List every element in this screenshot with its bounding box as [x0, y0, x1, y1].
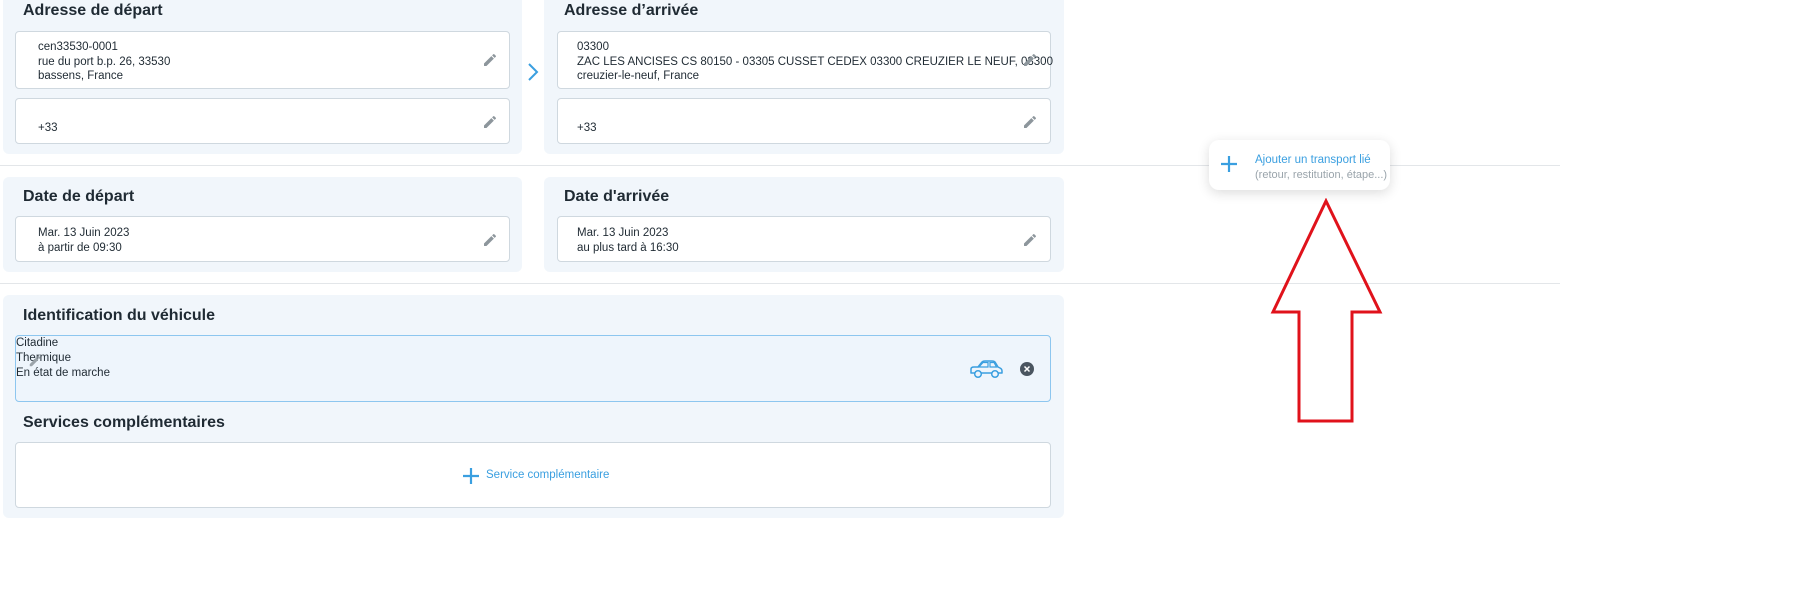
- address-line: 03300: [577, 41, 609, 53]
- address-line: creuzier-le-neuf, France: [577, 70, 700, 82]
- date-line: Mar. 13 Juin 2023: [577, 227, 669, 239]
- add-linked-transport-hint: (retour, restitution, étape...): [1255, 169, 1388, 181]
- address-line: ZAC LES ANCISES CS 80150 - 03305 CUSSET …: [577, 55, 1053, 68]
- vehicle-text: Citadine Thermique En état de marche: [16, 336, 1050, 381]
- departure-phone-field[interactable]: +33: [15, 98, 510, 144]
- pencil-icon[interactable]: [1022, 232, 1038, 248]
- pencil-icon[interactable]: [28, 354, 42, 368]
- departure-address-panel: Adresse de départ cen33530-0001 rue du p…: [3, 0, 522, 154]
- departure-date-field[interactable]: Mar. 13 Juin 2023 à partir de 09:30: [15, 216, 510, 262]
- address-line: rue du port b.p. 26, 33530: [38, 55, 171, 68]
- arrival-address-panel: Adresse d’arrivée 03300 ZAC LES ANCISES …: [544, 0, 1064, 154]
- arrival-phone-field[interactable]: +33: [557, 98, 1051, 144]
- departure-date-title: Date de départ: [23, 188, 135, 205]
- vehicle-title: Identification du véhicule: [23, 307, 216, 324]
- close-circle-icon[interactable]: [1020, 362, 1034, 376]
- departure-date-text: Mar. 13 Juin 2023 à partir de 09:30: [38, 226, 129, 255]
- time-line: au plus tard à 16:30: [577, 241, 679, 254]
- address-line: cen33530-0001: [38, 41, 118, 53]
- vehicle-card[interactable]: Citadine Thermique En état de marche: [15, 335, 1051, 402]
- car-icon: [970, 360, 1003, 379]
- add-service-label: Service complémentaire: [486, 469, 610, 481]
- arrival-address-field[interactable]: 03300 ZAC LES ANCISES CS 80150 - 03305 C…: [557, 31, 1053, 89]
- arrival-phone: +33: [577, 122, 597, 134]
- departure-address-text: cen33530-0001 rue du port b.p. 26, 33530…: [38, 40, 170, 84]
- add-linked-transport-label: Ajouter un transport lié: [1255, 154, 1371, 166]
- pencil-icon[interactable]: [482, 114, 498, 130]
- add-linked-transport-button[interactable]: Ajouter un transport lié (retour, restit…: [1209, 140, 1390, 190]
- plus-icon: [463, 468, 479, 484]
- vehicle-category: Citadine: [16, 337, 59, 349]
- departure-date-panel: Date de départ Mar. 13 Juin 2023 à parti…: [3, 177, 522, 272]
- up-arrow-annotation: [1270, 198, 1383, 423]
- departure-address-title: Adresse de départ: [23, 2, 163, 19]
- pencil-icon[interactable]: [482, 52, 498, 68]
- arrival-date-field[interactable]: Mar. 13 Juin 2023 au plus tard à 16:30: [557, 216, 1051, 262]
- arrival-date-title: Date d'arrivée: [564, 188, 670, 205]
- chevron-right-icon: [528, 63, 539, 81]
- pencil-icon[interactable]: [1022, 52, 1038, 68]
- vehicle-panel: Identification du véhicule Citadine Ther…: [3, 295, 1064, 518]
- departure-phone: +33: [38, 122, 58, 134]
- add-service-button[interactable]: Service complémentaire: [15, 442, 1051, 508]
- date-line: Mar. 13 Juin 2023: [38, 227, 130, 239]
- arrival-date-text: Mar. 13 Juin 2023 au plus tard à 16:30: [577, 226, 679, 255]
- plus-icon: [1221, 156, 1237, 172]
- services-title: Services complémentaires: [23, 414, 225, 431]
- address-line: bassens, France: [38, 70, 124, 82]
- vehicle-condition: En état de marche: [16, 367, 110, 379]
- departure-address-field[interactable]: cen33530-0001 rue du port b.p. 26, 33530…: [15, 31, 510, 89]
- vehicle-engine: Thermique: [16, 352, 71, 364]
- arrival-date-panel: Date d'arrivée Mar. 13 Juin 2023 au plus…: [544, 177, 1064, 272]
- arrival-address-text: 03300 ZAC LES ANCISES CS 80150 - 03305 C…: [577, 40, 1053, 84]
- time-line: à partir de 09:30: [38, 241, 122, 254]
- arrival-address-title: Adresse d’arrivée: [564, 2, 699, 19]
- pencil-icon[interactable]: [482, 232, 498, 248]
- pencil-icon[interactable]: [1022, 114, 1038, 130]
